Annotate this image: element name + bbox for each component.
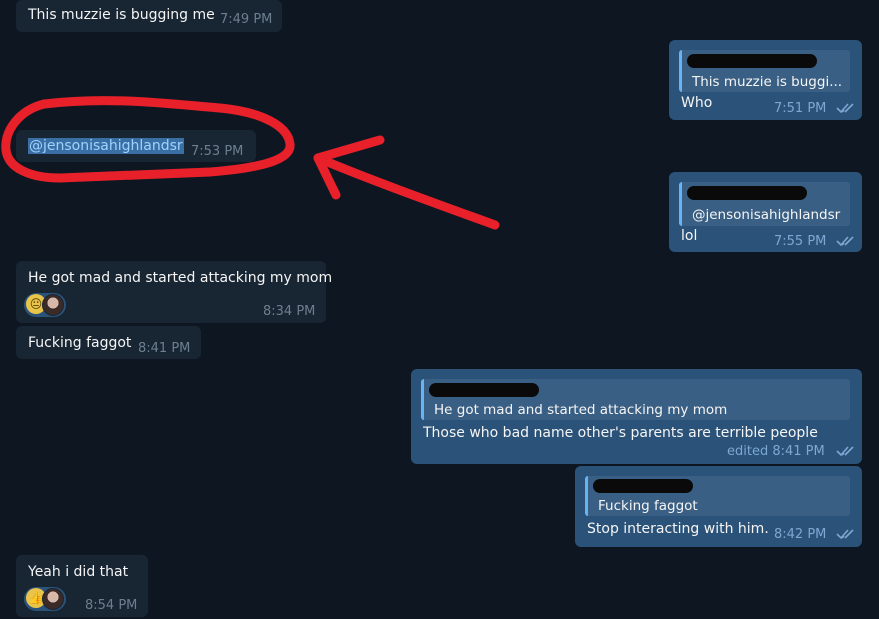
user-avatar bbox=[42, 294, 64, 316]
annotation-arrow-head bbox=[313, 135, 385, 200]
quote-text: He got mad and started attacking my mom bbox=[434, 402, 728, 418]
message-bubble-outgoing[interactable]: @jensonisahighlandsr lol 7:55 PM bbox=[669, 172, 862, 252]
reply-quote[interactable]: He got mad and started attacking my mom bbox=[421, 379, 850, 420]
message-bubble-incoming[interactable]: Yeah i did that 👍 8:54 PM bbox=[16, 555, 148, 617]
message-text: lol bbox=[681, 228, 698, 244]
message-time: 8:41 PM bbox=[138, 341, 191, 356]
message-time: 7:51 PM bbox=[774, 101, 827, 116]
message-time: 8:54 PM bbox=[85, 598, 138, 613]
message-bubble-incoming[interactable]: Fucking faggot 8:41 PM bbox=[16, 326, 201, 359]
quote-text: @jensonisahighlandsr bbox=[692, 207, 841, 223]
quote-text: Fucking faggot bbox=[598, 498, 698, 514]
message-bubble-outgoing[interactable]: He got mad and started attacking my mom … bbox=[411, 369, 862, 464]
redacted-name bbox=[687, 54, 817, 68]
message-time: 8:42 PM bbox=[774, 527, 827, 542]
redacted-name bbox=[687, 186, 807, 200]
message-text: He got mad and started attacking my mom bbox=[28, 270, 333, 286]
message-time: 7:49 PM bbox=[220, 12, 273, 27]
message-time: 7:55 PM bbox=[774, 234, 827, 249]
message-time: 7:53 PM bbox=[191, 144, 244, 159]
message-text: Fucking faggot bbox=[28, 335, 132, 351]
message-bubble-incoming[interactable]: He got mad and started attacking my mom … bbox=[16, 261, 332, 323]
message-text: This muzzie is bugging me bbox=[28, 7, 215, 23]
message-bubble-outgoing[interactable]: Fucking faggot Stop interacting with him… bbox=[575, 466, 862, 547]
reply-quote[interactable]: @jensonisahighlandsr bbox=[679, 182, 850, 226]
reactions[interactable]: 👍 bbox=[24, 587, 66, 611]
user-avatar bbox=[42, 588, 64, 610]
read-checkmarks-icon bbox=[836, 446, 854, 457]
reply-quote[interactable]: Fucking faggot bbox=[585, 476, 850, 516]
message-text: Who bbox=[681, 95, 713, 111]
read-checkmarks-icon bbox=[836, 236, 854, 247]
redacted-name bbox=[593, 479, 693, 493]
message-text: Those who bad name other's parents are t… bbox=[423, 425, 818, 441]
message-bubble-incoming[interactable]: @jensonisahighlandsr 7:53 PM bbox=[16, 130, 256, 162]
message-bubble-outgoing[interactable]: This muzzie is buggi... Who 7:51 PM bbox=[669, 40, 862, 120]
mention-link[interactable]: @jensonisahighlandsr bbox=[28, 138, 184, 154]
reactions[interactable]: 😐 bbox=[24, 293, 66, 317]
read-checkmarks-icon bbox=[836, 103, 854, 114]
message-text: Stop interacting with him. bbox=[587, 521, 769, 537]
message-time: 8:34 PM bbox=[263, 304, 316, 319]
reply-quote[interactable]: This muzzie is buggi... bbox=[679, 50, 850, 92]
message-time: edited 8:41 PM bbox=[727, 444, 825, 459]
quote-text: This muzzie is buggi... bbox=[692, 74, 843, 90]
annotation-arrow-shaft bbox=[313, 153, 500, 230]
read-checkmarks-icon bbox=[836, 529, 854, 540]
message-bubble-incoming[interactable]: This muzzie is bugging me 7:49 PM bbox=[16, 0, 282, 32]
message-text: Yeah i did that bbox=[28, 564, 129, 580]
redacted-name bbox=[429, 383, 539, 397]
